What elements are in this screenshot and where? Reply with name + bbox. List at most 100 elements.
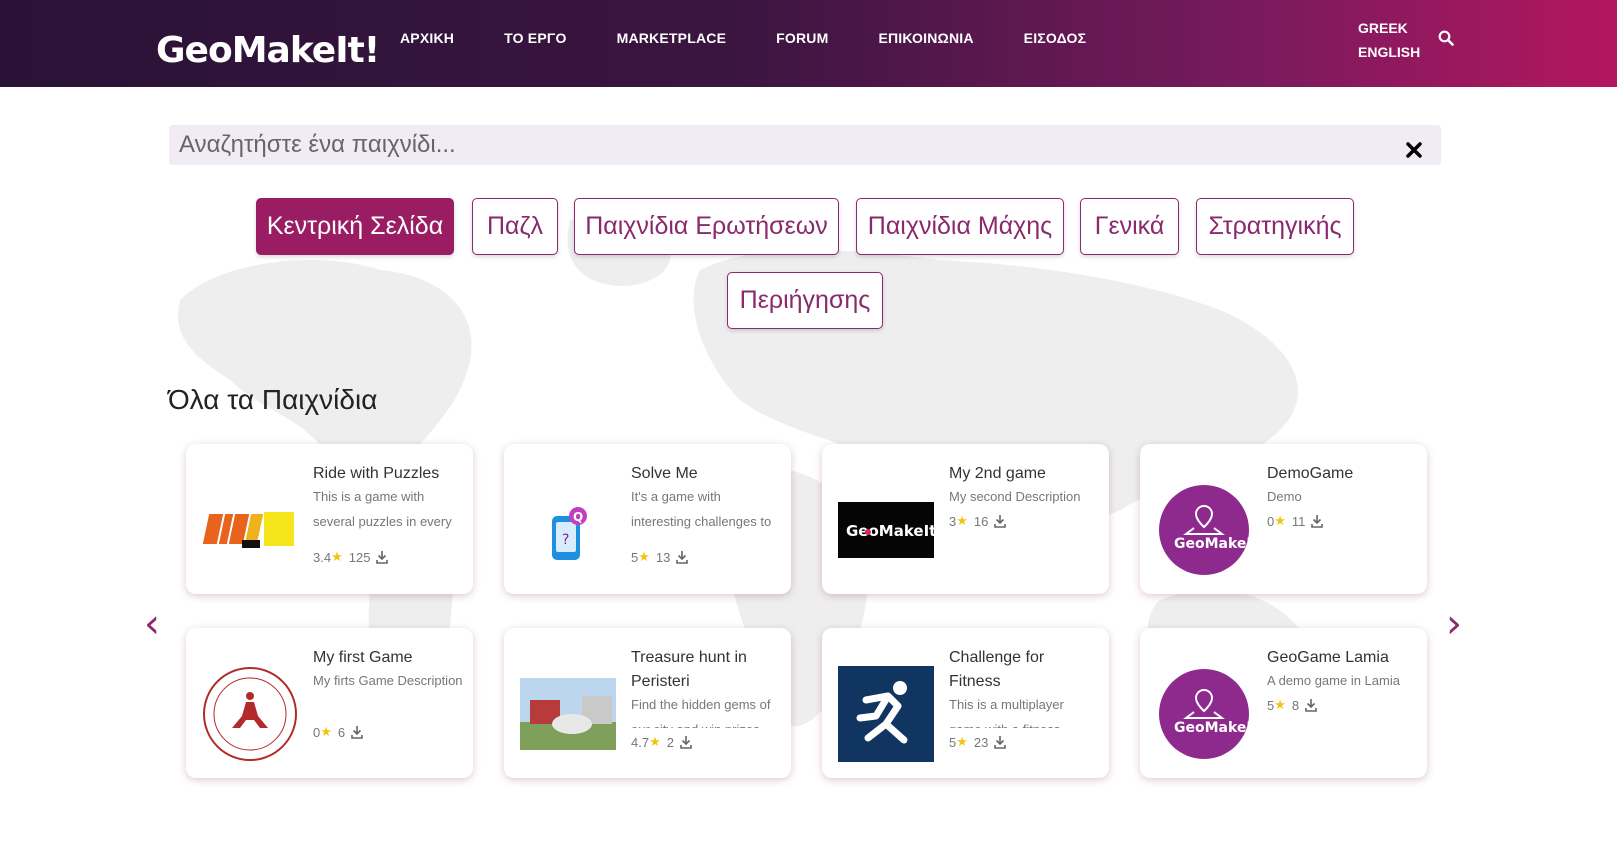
game-description: A demo game in Lamia (1267, 673, 1400, 688)
game-downloads: 6 (337, 724, 346, 740)
download-icon (1305, 699, 1317, 712)
game-stats: 0 ★ 6 (313, 724, 363, 740)
game-description: This is a game with several puzzles in e… (313, 489, 452, 529)
game-card[interactable]: GeoMakeIt! My 2nd game My second Descrip… (822, 444, 1109, 594)
category-quiz[interactable]: Παιχνίδια Ερωτήσεων (574, 198, 839, 255)
geomakeit-badge-thumbnail: GeoMakeIt (1159, 669, 1252, 759)
game-stats: 3.4 ★ 125 (313, 549, 389, 565)
chevron-right-icon[interactable]: › (1446, 604, 1462, 644)
category-battle[interactable]: Παιχνίδια Μάχης (856, 198, 1064, 255)
game-downloads: 2 (666, 734, 674, 750)
svg-text:GeoMakeIt: GeoMakeIt (1174, 536, 1252, 552)
download-icon (351, 726, 363, 739)
star-icon: ★ (1274, 513, 1286, 528)
category-puzzle[interactable]: Παζλ (472, 198, 558, 255)
game-title: My first Game (313, 649, 413, 666)
nav-forum[interactable]: FORUM (776, 30, 828, 46)
game-card[interactable]: Treasure hunt in Peristeri Find the hidd… (504, 628, 791, 778)
nav-contact[interactable]: ΕΠΙΚΟΙΝΩΝΙΑ (878, 30, 973, 46)
game-stats: 0 ★ 11 (1267, 513, 1324, 529)
runner-thumbnail (838, 666, 934, 762)
game-description: This is a multiplayer game with a fitnes… (949, 697, 1064, 728)
category-strategy[interactable]: Στρατηγικής (1196, 198, 1354, 255)
game-title: DemoGame (1267, 465, 1354, 482)
star-icon: ★ (331, 549, 343, 564)
download-icon (680, 736, 692, 749)
search-icon[interactable] (1438, 30, 1454, 46)
star-icon: ★ (320, 724, 332, 739)
game-rating: 3 (949, 513, 957, 529)
game-rating: 3.4 (313, 549, 332, 565)
game-rating: 4.7 (631, 734, 650, 750)
nav-project[interactable]: ΤΟ ΕΡΓΟ (504, 30, 566, 46)
category-home[interactable]: Κεντρική Σελίδα (256, 198, 454, 255)
main-nav: ΑΡΧΙΚΗ ΤΟ ΕΡΓΟ MARKETPLACE FORUM ΕΠΙΚΟΙΝ… (400, 30, 1136, 46)
category-tour[interactable]: Περιήγησης (727, 272, 883, 329)
download-icon (994, 736, 1007, 749)
language-switcher: GREEK ENGLISH (1358, 16, 1420, 64)
game-description: It's a game with interesting challenges … (631, 489, 772, 529)
game-downloads: 23 (973, 734, 989, 750)
star-icon: ★ (649, 734, 661, 749)
game-title: Solve Me (631, 465, 698, 482)
section-title: Όλα τα Παιχνίδια (168, 384, 378, 415)
download-icon (376, 551, 389, 564)
game-downloads: 125 (348, 549, 371, 565)
game-stats: 5 ★ 8 (1267, 697, 1317, 713)
game-title: Challenge for Fitness (949, 649, 1045, 690)
star-icon: ★ (956, 734, 968, 749)
star-icon: ★ (956, 513, 968, 528)
game-description: Demo (1267, 489, 1302, 504)
game-downloads: 11 (1291, 513, 1306, 529)
game-card[interactable]: Challenge for Fitness This is a multipla… (822, 628, 1109, 778)
top-header: GeoMakeIt! ΑΡΧΙΚΗ ΤΟ ΕΡΓΟ MARKETPLACE FO… (0, 0, 1617, 87)
game-card[interactable]: GeoMakeIt GeoGame Lamia A demo game in L… (1140, 628, 1427, 778)
game-stats: 4.7 ★ 2 (631, 734, 692, 750)
game-title: My 2nd game (949, 465, 1046, 482)
category-general[interactable]: Γενικά (1080, 198, 1179, 255)
geomakeit-badge-thumbnail: GeoMakeIt (1159, 485, 1252, 575)
game-rating: 5 (949, 734, 957, 750)
game-stats: 5 ★ 13 (631, 549, 689, 565)
game-downloads: 8 (1291, 697, 1300, 713)
solve-me-thumbnail: ? Q (552, 507, 587, 560)
nav-login[interactable]: ΕΙΣΟΔΟΣ (1024, 30, 1087, 46)
chevron-left-icon[interactable]: ‹ (144, 604, 160, 644)
game-title: GeoGame Lamia (1267, 649, 1389, 666)
game-rating: 5 (1267, 697, 1275, 713)
game-stats: 5 ★ 23 (949, 734, 1007, 750)
game-downloads: 13 (655, 549, 671, 565)
nav-home[interactable]: ΑΡΧΙΚΗ (400, 30, 454, 46)
svg-text:Q: Q (573, 510, 583, 524)
geomakeit-logo[interactable]: GeoMakeIt! (156, 30, 380, 78)
game-search-input[interactable] (179, 129, 1359, 161)
game-rating: 0 (313, 724, 321, 740)
game-card[interactable]: Ride with Puzzles This is a game with se… (186, 444, 473, 594)
game-search-bar (169, 125, 1441, 165)
download-icon (994, 515, 1007, 528)
lang-greek[interactable]: GREEK (1358, 16, 1420, 40)
download-icon (1311, 515, 1324, 528)
game-description: My firts Game Description (313, 673, 463, 688)
game-downloads: 16 (973, 513, 989, 529)
star-icon: ★ (638, 549, 650, 564)
lang-english[interactable]: ENGLISH (1358, 40, 1420, 64)
nav-marketplace[interactable]: MARKETPLACE (617, 30, 727, 46)
game-stats: 3 ★ 16 (949, 513, 1007, 529)
game-card[interactable]: My first Game My firts Game Description … (186, 628, 473, 778)
game-description: Find the hidden gems of our city and win… (631, 697, 771, 728)
ride-with-puzzles-thumbnail (202, 508, 296, 552)
download-icon (676, 551, 689, 564)
university-seal-thumbnail (203, 667, 297, 761)
game-description: My second Description (949, 489, 1081, 504)
game-rating: 0 (1267, 513, 1275, 529)
svg-text:GeoMakeIt!: GeoMakeIt! (846, 522, 934, 540)
game-card[interactable]: ? Q Solve Me It's a game with interestin… (504, 444, 791, 594)
game-card[interactable]: GeoMakeIt DemoGame Demo 0 ★ 11 (1140, 444, 1427, 594)
logo-text: GeoMakeIt! (156, 30, 380, 71)
geomakeit-logo-thumbnail: GeoMakeIt! (838, 502, 934, 558)
svg-text:?: ? (562, 532, 569, 548)
game-title: Ride with Puzzles (313, 465, 440, 482)
close-icon[interactable] (1405, 141, 1423, 159)
game-rating: 5 (631, 549, 639, 565)
